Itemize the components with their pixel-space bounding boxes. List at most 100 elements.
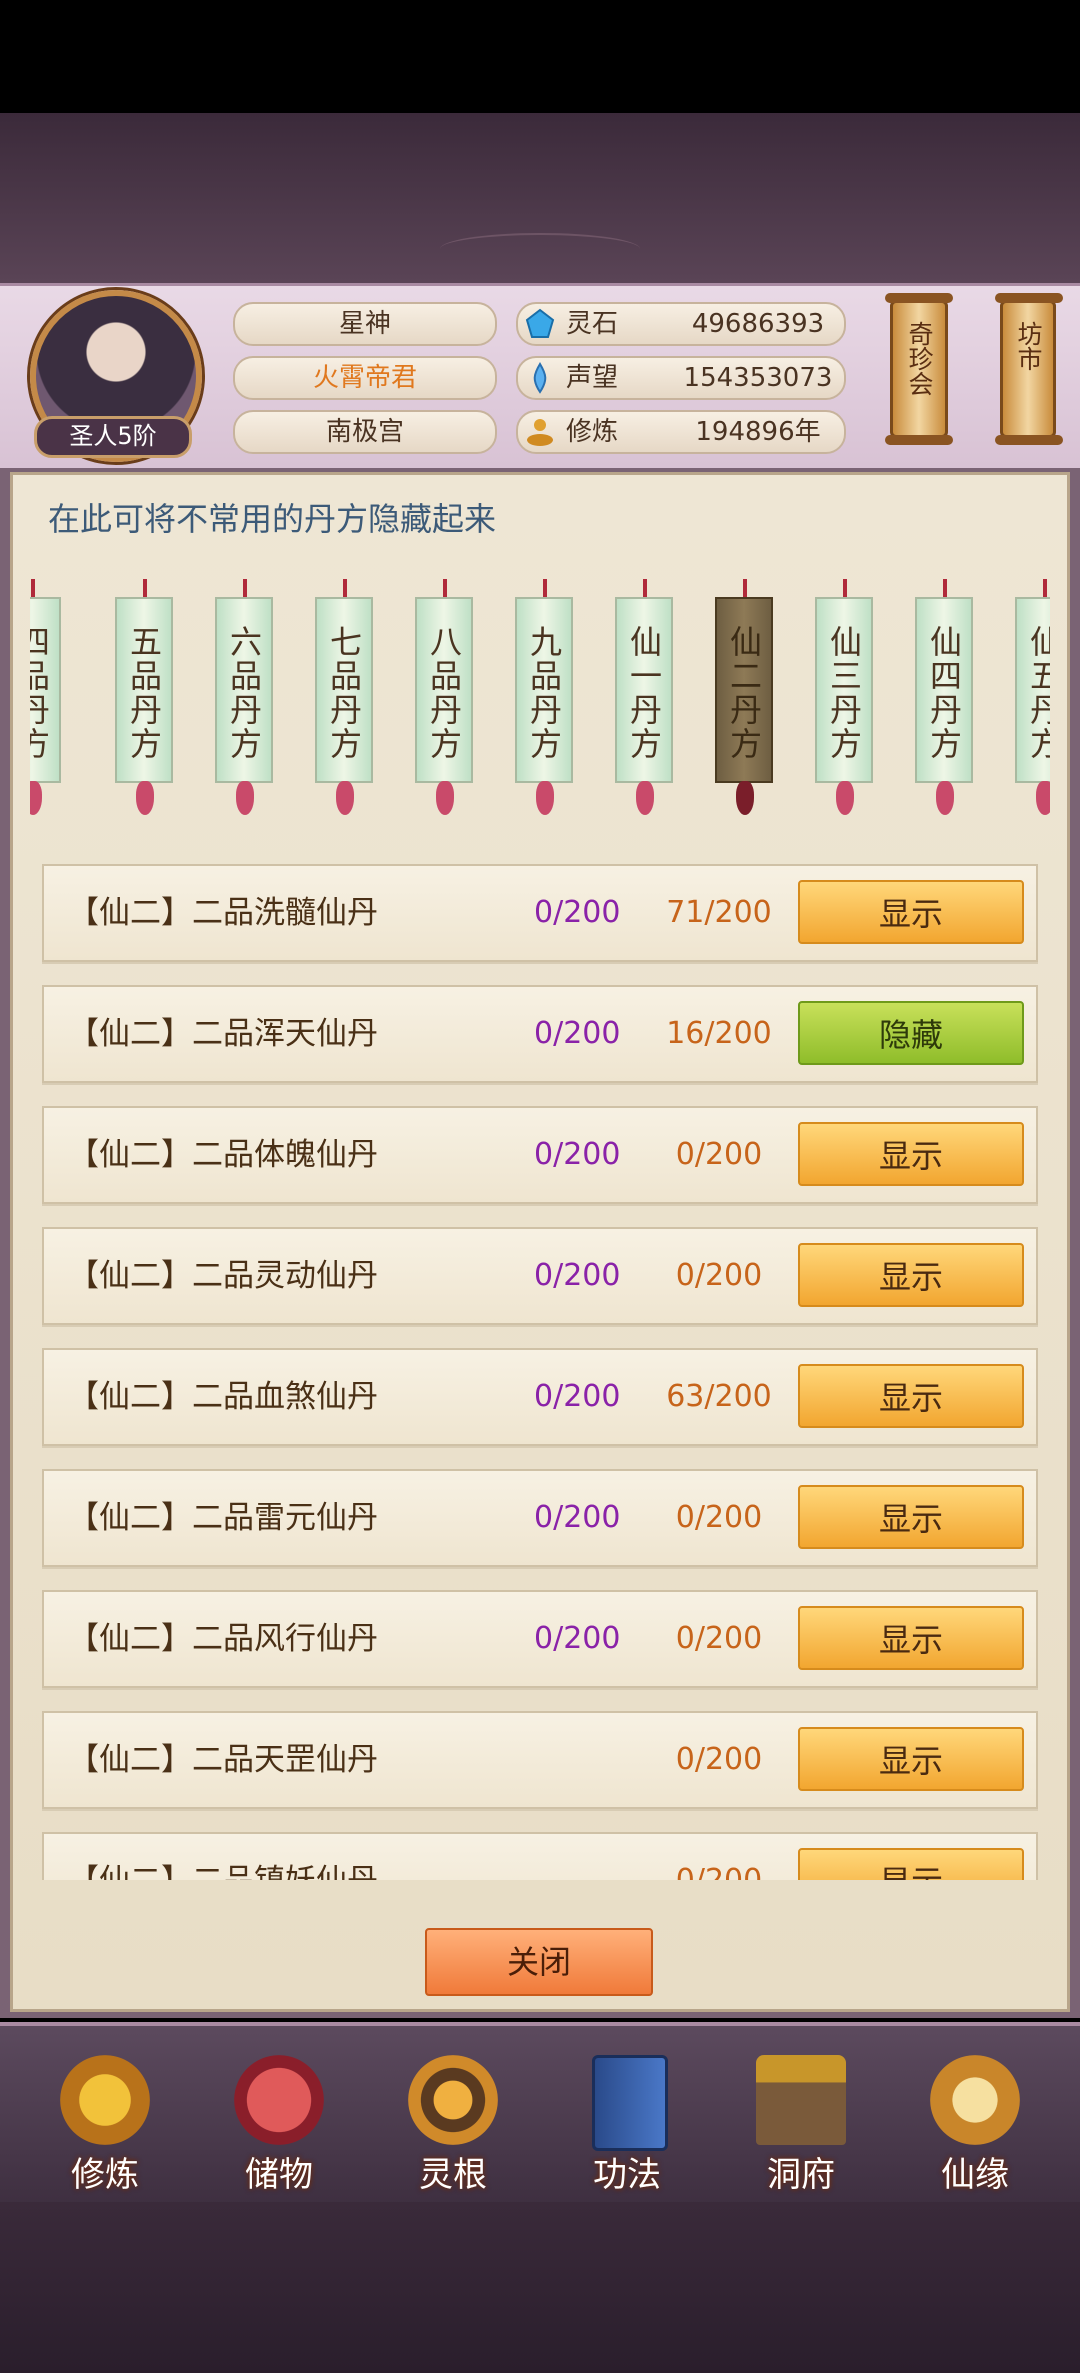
player-title: 星神 (233, 302, 497, 346)
recipe-count-b: 0/200 (675, 1742, 763, 1777)
tab-label: 仙二丹方 (715, 597, 773, 783)
reputation-icon (533, 362, 547, 394)
show-button[interactable]: 显示 (798, 1727, 1024, 1791)
tab-immortal-2[interactable]: 仙二丹方 (712, 565, 778, 825)
recipe-name: 【仙二】二品洗髓仙丹 (68, 895, 378, 931)
nav-skills[interactable]: 功法 (562, 2055, 692, 2195)
tab-label: 八品丹方 (415, 597, 473, 783)
cave-abode-icon (756, 2055, 846, 2145)
spirit-root-icon (408, 2055, 498, 2145)
spirit-stone-icon (525, 308, 555, 338)
nav-label: 洞府 (767, 2155, 835, 2195)
list-item: 【仙二】二品血煞仙丹 0/200 63/200 显示 (42, 1348, 1038, 1446)
tab-immortal-3[interactable]: 仙三丹方 (812, 565, 878, 825)
hide-button[interactable]: 隐藏 (798, 1001, 1024, 1065)
close-button[interactable]: 关闭 (425, 1928, 653, 1996)
show-button[interactable]: 显示 (798, 880, 1024, 944)
recipe-name: 【仙二】二品血煞仙丹 (68, 1379, 378, 1415)
top-decor-band (0, 113, 1080, 283)
recipe-count-b: 63/200 (666, 1379, 772, 1414)
recipe-name: 【仙二】二品灵动仙丹 (68, 1258, 378, 1294)
market-label: 坊市 (1014, 321, 1043, 371)
list-item: 【仙二】二品体魄仙丹 0/200 0/200 显示 (42, 1106, 1038, 1204)
player-name: 火霄帝君 (233, 356, 497, 400)
status-bar-area (0, 0, 1080, 113)
recipe-count-a: 0/200 (534, 1016, 621, 1051)
nav-immortal-fate[interactable]: 仙缘 (910, 2055, 1040, 2195)
resource-label: 声望 (566, 363, 619, 393)
recipe-name: 【仙二】二品天罡仙丹 (68, 1742, 378, 1778)
tab-immortal-4[interactable]: 仙四丹方 (912, 565, 978, 825)
nav-label: 修炼 (71, 2155, 139, 2195)
nav-label: 功法 (593, 2155, 661, 2195)
tab-tier-9[interactable]: 九品丹方 (512, 565, 578, 825)
recipe-count-b: 16/200 (666, 1016, 772, 1051)
recipe-count-a: 0/200 (534, 1258, 621, 1293)
nav-spirit-root[interactable]: 灵根 (388, 2055, 518, 2195)
recipe-count-a: 0/200 (534, 1500, 621, 1535)
player-rank-badge: 圣人5阶 (34, 416, 192, 458)
recipe-count-a: 0/200 (534, 895, 621, 930)
tab-label: 四品丹方 (30, 597, 61, 783)
list-item: 【仙二】二品镇妖仙丹 0/200 显示 (42, 1832, 1038, 1880)
immortal-fate-icon (930, 2055, 1020, 2145)
panel-hint: 在此可将不常用的丹方隐藏起来 (48, 500, 497, 538)
show-button[interactable]: 显示 (798, 1848, 1024, 1880)
resource-value: 194896年 (695, 417, 821, 447)
list-item: 【仙二】二品洗髓仙丹 0/200 71/200 显示 (42, 864, 1038, 962)
tab-immortal-1[interactable]: 仙一丹方 (612, 565, 678, 825)
recipe-name: 【仙二】二品风行仙丹 (68, 1621, 378, 1657)
list-item: 【仙二】二品浑天仙丹 0/200 16/200 隐藏 (42, 985, 1038, 1083)
resource-value: 154353073 (683, 363, 833, 393)
resource-label: 灵石 (566, 309, 619, 339)
recipe-count-a: 0/200 (534, 1621, 621, 1656)
tab-label: 仙五丹方 (1015, 597, 1050, 783)
resource-cultivation: 修炼 194896年 (516, 410, 846, 454)
recipe-name: 【仙二】二品雷元仙丹 (68, 1500, 378, 1536)
list-item: 【仙二】二品灵动仙丹 0/200 0/200 显示 (42, 1227, 1038, 1325)
tab-immortal-5[interactable]: 仙五丹方 (1012, 565, 1050, 825)
list-item: 【仙二】二品雷元仙丹 0/200 0/200 显示 (42, 1469, 1038, 1567)
list-item: 【仙二】二品风行仙丹 0/200 0/200 显示 (42, 1590, 1038, 1688)
recipe-tier-tabs: 四品丹方 五品丹方 六品丹方 七品丹方 八品丹方 九品丹方 仙一丹方 仙二丹方 … (30, 565, 1050, 825)
show-button[interactable]: 显示 (798, 1243, 1024, 1307)
show-button[interactable]: 显示 (798, 1485, 1024, 1549)
recipe-count-b: 71/200 (666, 895, 772, 930)
storage-bag-icon (234, 2055, 324, 2145)
tab-label: 仙三丹方 (815, 597, 873, 783)
show-button[interactable]: 显示 (798, 1364, 1024, 1428)
resource-spirit-stone: 灵石 49686393 (516, 302, 846, 346)
tab-tier-4[interactable]: 四品丹方 (30, 565, 66, 825)
tab-tier-6[interactable]: 六品丹方 (212, 565, 278, 825)
recipe-list[interactable]: 【仙二】二品洗髓仙丹 0/200 71/200 显示 【仙二】二品浑天仙丹 0/… (28, 855, 1052, 1880)
recipe-count-b: 0/200 (675, 1258, 763, 1293)
tab-tier-8[interactable]: 八品丹方 (412, 565, 478, 825)
cultivation-icon (60, 2055, 150, 2145)
bottom-decor-band (0, 2202, 1080, 2373)
tab-label: 仙一丹方 (615, 597, 673, 783)
meditation-icon (527, 419, 553, 446)
nav-cultivation[interactable]: 修炼 (40, 2055, 170, 2195)
nav-label: 灵根 (419, 2155, 487, 2195)
tab-label: 五品丹方 (115, 597, 173, 783)
recipe-count-b: 0/200 (654, 1834, 784, 1880)
treasure-fair-label: 奇珍会 (905, 321, 934, 396)
show-button[interactable]: 显示 (798, 1606, 1024, 1670)
tab-label: 九品丹方 (515, 597, 573, 783)
treasure-fair-button[interactable]: 奇珍会 (885, 293, 953, 445)
resource-value: 49686393 (691, 309, 825, 339)
tab-tier-5[interactable]: 五品丹方 (112, 565, 178, 825)
nav-cave[interactable]: 洞府 (736, 2055, 866, 2195)
nav-label: 仙缘 (941, 2155, 1009, 2195)
tab-tier-7[interactable]: 七品丹方 (312, 565, 378, 825)
recipe-name: 【仙二】二品体魄仙丹 (68, 1137, 378, 1173)
player-sect: 南极宫 (233, 410, 497, 454)
tab-label: 仙四丹方 (915, 597, 973, 783)
skill-book-icon (592, 2055, 668, 2151)
resource-label: 修炼 (566, 417, 619, 447)
nav-storage[interactable]: 储物 (214, 2055, 344, 2195)
list-item: 【仙二】二品天罡仙丹 0/200 显示 (42, 1711, 1038, 1809)
market-button[interactable]: 坊市 (995, 293, 1063, 445)
show-button[interactable]: 显示 (798, 1122, 1024, 1186)
resource-reputation: 声望 154353073 (516, 356, 846, 400)
